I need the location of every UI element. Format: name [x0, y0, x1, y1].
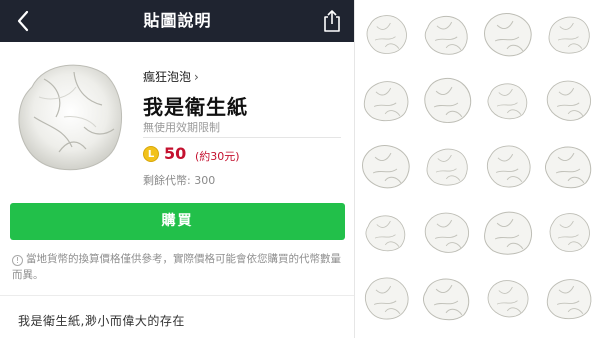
crumpled-tissue-icon: [483, 211, 532, 255]
price-approx: (約30元): [195, 150, 240, 163]
info-icon: !: [12, 255, 23, 266]
divider: [143, 137, 341, 138]
sticker-thumbnail[interactable]: [356, 200, 417, 266]
crumpled-tissue-icon: [364, 277, 409, 320]
crumpled-tissue-icon: [365, 215, 405, 252]
sticker-thumbnail[interactable]: [478, 68, 539, 134]
sticker-thumbnail[interactable]: [356, 266, 417, 332]
divider: [0, 295, 354, 296]
sticker-thumbnail[interactable]: [417, 68, 478, 134]
sticker-thumbnail[interactable]: [539, 266, 600, 332]
crumpled-tissue-icon: [549, 213, 590, 252]
sticker-thumbnail[interactable]: [356, 134, 417, 200]
sticker-detail-panel: 貼圖說明 瘋狂泡泡 › 我是衛生紙 無使用效期限制 L 50 (約30元) 剩餘代…: [0, 0, 355, 338]
validity-text: 無使用效期限制: [143, 121, 220, 134]
page-title: 貼圖說明: [143, 11, 212, 30]
crumpled-tissue-icon: [424, 212, 469, 253]
sticker-thumbnail[interactable]: [478, 200, 539, 266]
crumpled-tissue-icon: [486, 145, 531, 188]
crumpled-tissue-icon: [487, 280, 528, 318]
crumpled-tissue-icon: [548, 16, 590, 54]
author-link[interactable]: 瘋狂泡泡 ›: [143, 68, 199, 85]
buy-button[interactable]: 購買: [10, 203, 345, 240]
sticker-thumbnail[interactable]: [356, 68, 417, 134]
sticker-preview-grid: [356, 0, 600, 338]
sticker-thumbnail[interactable]: [417, 266, 478, 332]
crumpled-tissue-icon: [424, 16, 468, 55]
sticker-thumbnail[interactable]: [539, 134, 600, 200]
crumpled-tissue-icon: [426, 148, 468, 186]
coin-balance: 剩餘代幣: 300: [143, 174, 216, 187]
coin-icon: L: [143, 146, 159, 162]
sticker-thumbnail[interactable]: [417, 2, 478, 68]
crumpled-tissue-icon: [487, 83, 527, 120]
chevron-right-icon: ›: [194, 70, 199, 84]
author-name: 瘋狂泡泡: [143, 70, 192, 84]
crumpled-tissue-icon: [546, 80, 591, 121]
price-notice: ! 當地貨幣的換算價格僅供參考，實際價格可能會依您購買的代幣數量而異。: [12, 251, 347, 283]
sticker-thumbnail[interactable]: [478, 2, 539, 68]
share-icon: [324, 10, 340, 32]
crumpled-tissue-icon: [422, 278, 469, 321]
sticker-thumbnail[interactable]: [478, 134, 539, 200]
sticker-thumbnail[interactable]: [417, 200, 478, 266]
sticker-thumbnail[interactable]: [539, 200, 600, 266]
sticker-thumbnail[interactable]: [478, 266, 539, 332]
crumpled-tissue-icon: [546, 279, 591, 320]
sticker-thumbnail[interactable]: [539, 2, 600, 68]
sticker-title: 我是衛生紙: [143, 95, 248, 119]
crumpled-tissue-icon: [423, 77, 471, 124]
notice-text: 當地貨幣的換算價格僅供參考，實際價格可能會依您購買的代幣數量而異。: [12, 253, 341, 281]
crumpled-tissue-icon: [366, 15, 407, 54]
sticker-thumbnail[interactable]: [356, 2, 417, 68]
sticker-description: 我是衛生紙,渺小而偉大的存在: [18, 314, 185, 328]
sticker-thumbnail[interactable]: [539, 68, 600, 134]
crumpled-tissue-icon: [361, 145, 410, 189]
crumpled-tissue-icon: [544, 146, 591, 189]
top-navigation-bar: 貼圖說明: [0, 0, 354, 42]
sticker-thumbnail[interactable]: [417, 134, 478, 200]
share-button[interactable]: [319, 7, 345, 35]
main-sticker-image: [18, 64, 123, 171]
crumpled-tissue-icon: [483, 13, 532, 57]
crumpled-tissue-icon: [363, 81, 408, 122]
price-value: 50: [164, 144, 187, 163]
